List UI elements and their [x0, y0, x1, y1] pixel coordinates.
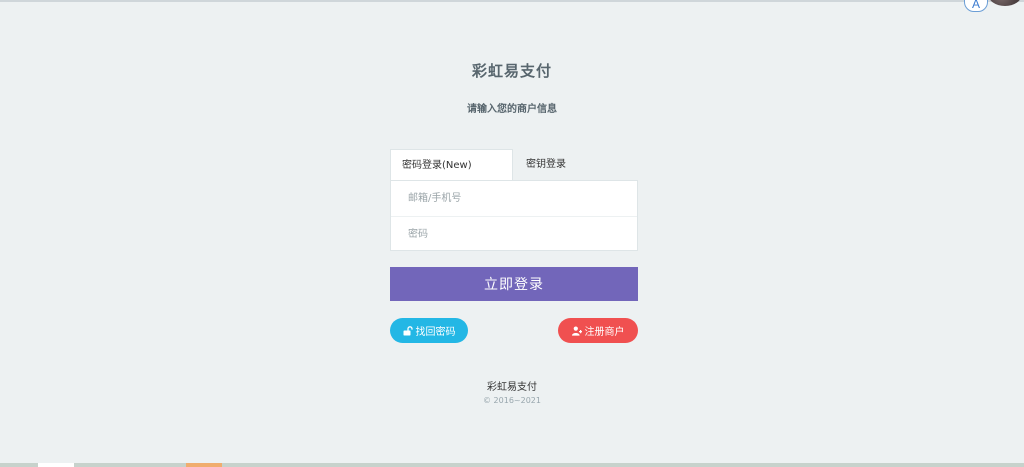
login-tabs: 密码登录(New) 密钥登录: [390, 149, 638, 181]
page-subtitle: 请输入您的商户信息: [467, 104, 557, 115]
register-button[interactable]: 注册商户: [558, 318, 638, 343]
unlock-icon: [403, 325, 413, 335]
find-password-label: 找回密码: [415, 327, 456, 338]
translate-icon[interactable]: A: [964, 0, 988, 12]
login-button[interactable]: 立即登录: [390, 267, 638, 301]
bottom-bar-segment: [38, 463, 74, 467]
tab-key-login[interactable]: 密钥登录: [526, 149, 636, 180]
find-password-button[interactable]: 找回密码: [390, 318, 468, 343]
user-plus-icon: [571, 326, 582, 336]
footer-copyright: © 2016~2021: [483, 396, 541, 405]
bottom-bar: [0, 463, 1024, 467]
top-border: [0, 0, 1024, 2]
login-form: [390, 180, 638, 252]
password-input[interactable]: [391, 217, 637, 252]
page-title: 彩虹易支付: [471, 62, 552, 80]
bottom-bar-segment: [186, 463, 222, 467]
tab-password-login[interactable]: 密码登录(New): [390, 149, 513, 180]
corner-widget[interactable]: A: [964, 0, 1024, 12]
account-input[interactable]: [391, 181, 637, 216]
footer-brand: 彩虹易支付: [487, 382, 537, 393]
register-label: 注册商户: [584, 327, 625, 338]
avatar[interactable]: [988, 0, 1022, 6]
